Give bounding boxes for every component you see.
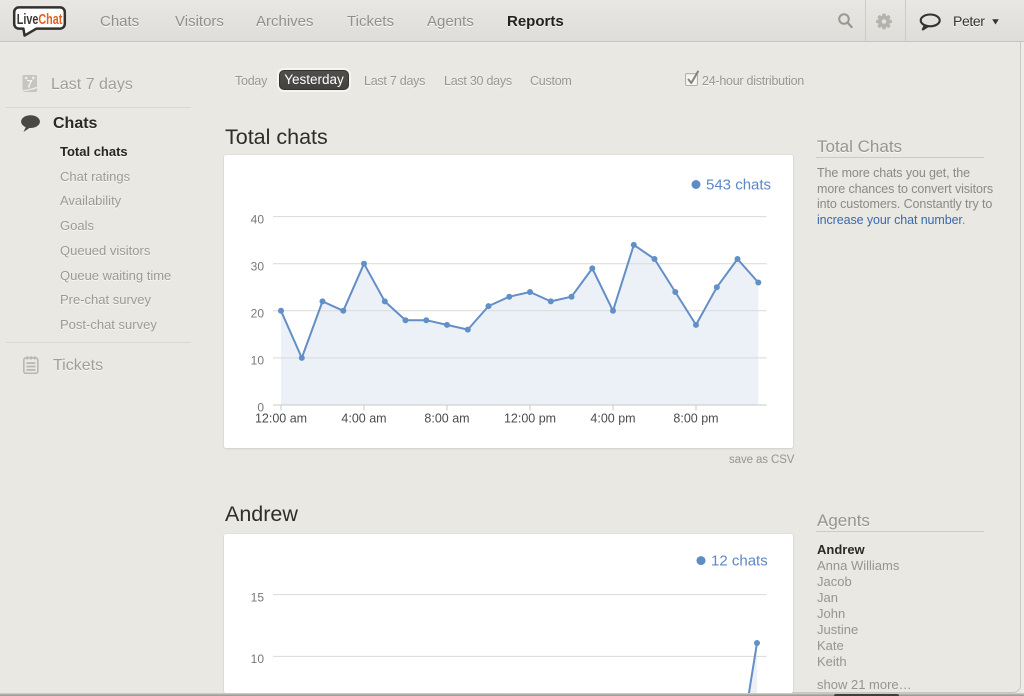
svg-text:30: 30 bbox=[251, 259, 265, 273]
svg-text:8:00 pm: 8:00 pm bbox=[673, 412, 718, 426]
svg-text:10: 10 bbox=[251, 652, 265, 666]
svg-text:20: 20 bbox=[251, 307, 265, 321]
svg-text:12:00 pm: 12:00 pm bbox=[504, 412, 556, 426]
svg-text:40: 40 bbox=[251, 212, 265, 226]
svg-text:8:00 am: 8:00 am bbox=[424, 412, 469, 426]
svg-text:4:00 am: 4:00 am bbox=[341, 412, 386, 426]
svg-text:4:00 pm: 4:00 pm bbox=[590, 412, 635, 426]
svg-text:15: 15 bbox=[251, 590, 265, 604]
svg-text:543 chats: 543 chats bbox=[706, 177, 771, 194]
svg-text:10: 10 bbox=[251, 354, 265, 368]
svg-text:LiveChat: LiveChat bbox=[17, 12, 63, 28]
svg-text:12:00 am: 12:00 am bbox=[255, 412, 307, 426]
svg-text:12 chats: 12 chats bbox=[711, 553, 768, 570]
